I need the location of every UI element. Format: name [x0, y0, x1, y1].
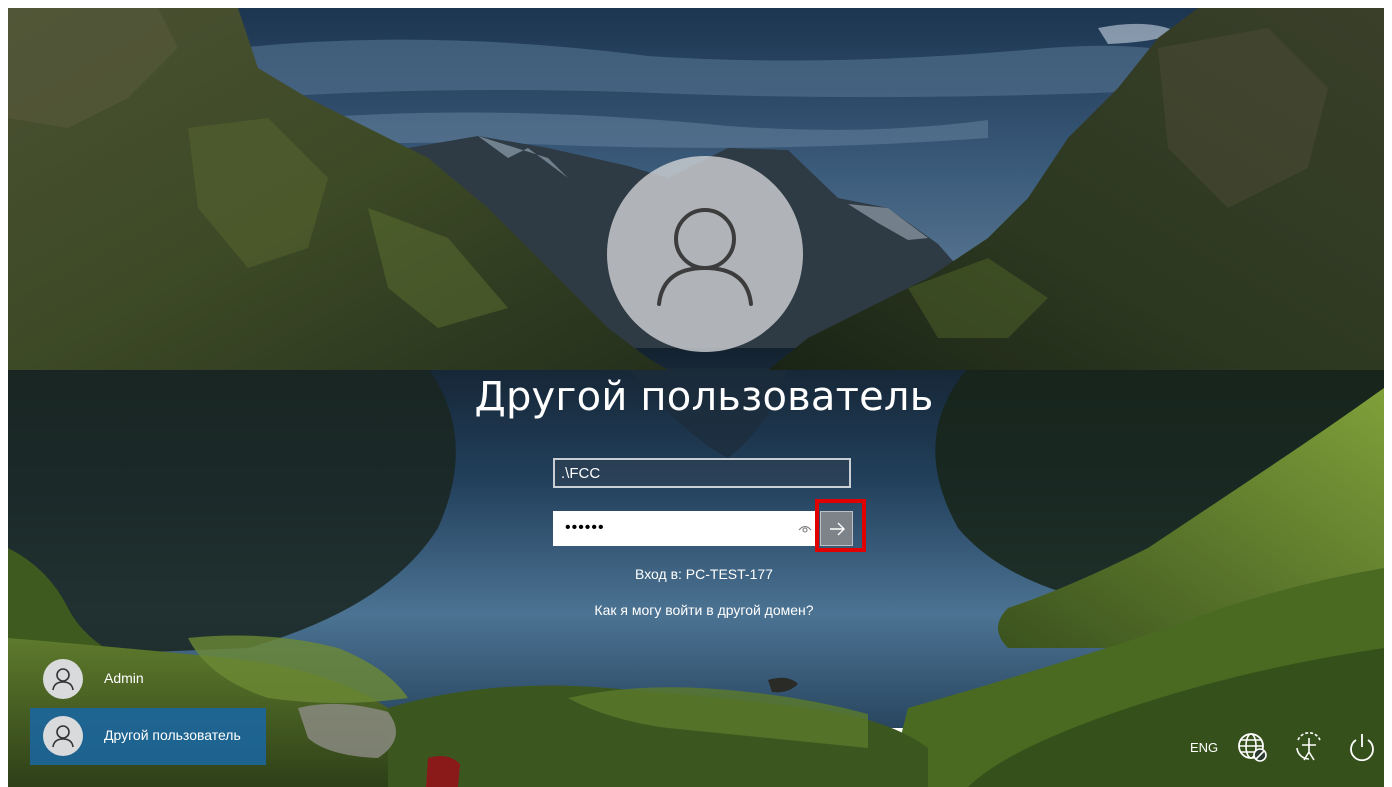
user-icon [657, 208, 753, 306]
arrow-right-icon [830, 522, 845, 536]
user-tile-label: Другой пользователь [104, 727, 241, 743]
sign-in-target: Вход в: PC-TEST-177 [635, 566, 773, 582]
network-disconnected-icon[interactable] [1235, 730, 1269, 764]
user-icon [52, 668, 74, 691]
user-icon [52, 725, 74, 748]
other-domain-link[interactable]: Как я могу войти в другой домен? [488, 602, 920, 618]
submit-button[interactable] [820, 511, 853, 546]
lock-screen: Другой пользователь .\FCC •••••• Вход в:… [8, 8, 1384, 787]
eye-icon[interactable] [797, 521, 813, 537]
ease-of-access-icon[interactable] [1292, 730, 1326, 764]
user-title: Другой пользователь [474, 374, 934, 420]
user-tile-other-user[interactable]: Другой пользователь [30, 708, 266, 765]
password-field[interactable]: •••••• [553, 511, 818, 546]
user-tile-label: Admin [104, 670, 144, 686]
avatar [43, 716, 83, 756]
user-tile-admin[interactable]: Admin [30, 651, 266, 708]
avatar [43, 659, 83, 699]
user-avatar-large [607, 156, 803, 352]
power-icon[interactable] [1345, 730, 1379, 764]
username-field[interactable]: .\FCC [553, 458, 851, 488]
language-indicator[interactable]: ENG [1190, 740, 1218, 755]
